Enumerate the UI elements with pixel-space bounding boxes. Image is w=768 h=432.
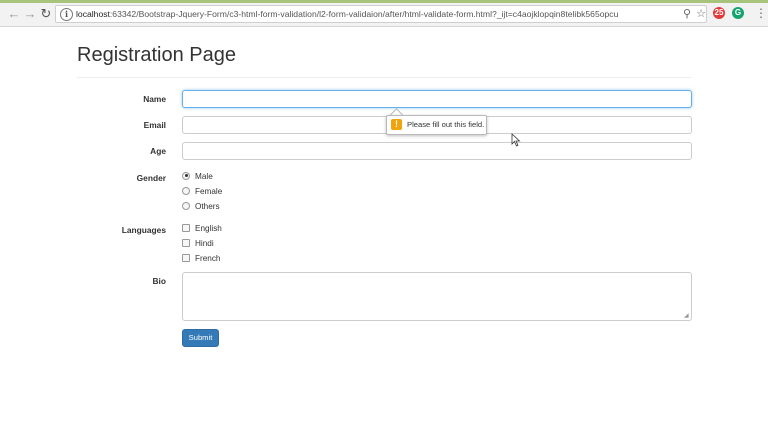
- more-menu-icon[interactable]: ⋮: [755, 6, 767, 20]
- address-bar[interactable]: i localhost:63342/Bootstrap-Jquery-Form/…: [55, 5, 707, 23]
- gender-label: Gender: [136, 173, 166, 183]
- radio-female[interactable]: [182, 186, 190, 195]
- gender-option-label: Others: [195, 202, 220, 211]
- adblock-icon[interactable]: 25: [713, 7, 725, 19]
- language-option-hindi[interactable]: Hindi: [182, 238, 214, 250]
- reload-icon[interactable]: ↻: [38, 6, 54, 22]
- gender-option-others[interactable]: Others: [182, 201, 220, 213]
- forward-icon[interactable]: →: [22, 6, 38, 22]
- window-top-border: [0, 0, 768, 3]
- name-label: Name: [143, 94, 166, 104]
- back-icon[interactable]: ←: [6, 6, 22, 22]
- checkbox-french[interactable]: [182, 253, 190, 262]
- language-option-english[interactable]: English: [182, 223, 222, 235]
- submit-button[interactable]: Submit: [182, 329, 219, 347]
- gender-option-label: Male: [195, 172, 213, 181]
- gender-option-label: Female: [195, 187, 223, 196]
- grammarly-icon[interactable]: G: [732, 7, 744, 19]
- checkbox-hindi[interactable]: [182, 238, 190, 247]
- language-option-french[interactable]: French: [182, 253, 220, 265]
- zoom-icon[interactable]: ⚲: [680, 7, 694, 21]
- language-option-label: French: [195, 254, 221, 263]
- radio-others[interactable]: [182, 201, 190, 210]
- languages-label: Languages: [121, 225, 166, 235]
- bio-label: Bio: [152, 276, 167, 286]
- name-input[interactable]: [182, 90, 692, 108]
- age-label: Age: [150, 146, 166, 156]
- url-text[interactable]: localhost:63342/Bootstrap-Jquery-Form/c3…: [76, 8, 618, 20]
- gender-option-male[interactable]: Male: [182, 171, 213, 183]
- bookmark-star-icon[interactable]: ☆: [694, 7, 708, 21]
- browser-toolbar: ← → ↻ i localhost:63342/Bootstrap-Jquery…: [0, 0, 768, 27]
- page-title: Registration Page: [77, 44, 236, 66]
- title-divider: [77, 77, 692, 78]
- email-label: Email: [143, 120, 166, 130]
- checkbox-english[interactable]: [182, 223, 190, 232]
- mouse-cursor-icon: [511, 133, 521, 147]
- resize-grip-icon[interactable]: ◢: [684, 313, 690, 319]
- age-input[interactable]: [182, 142, 692, 160]
- gender-option-female[interactable]: Female: [182, 186, 222, 198]
- language-option-label: English: [195, 224, 222, 233]
- info-icon[interactable]: i: [60, 8, 73, 21]
- validation-tooltip: ! Please fill out this field.: [386, 115, 487, 135]
- warning-icon: !: [391, 119, 402, 130]
- validation-message: Please fill out this field.: [407, 120, 485, 129]
- language-option-label: Hindi: [195, 239, 214, 248]
- radio-male[interactable]: [182, 171, 190, 180]
- bio-textarea[interactable]: ◢: [182, 272, 692, 321]
